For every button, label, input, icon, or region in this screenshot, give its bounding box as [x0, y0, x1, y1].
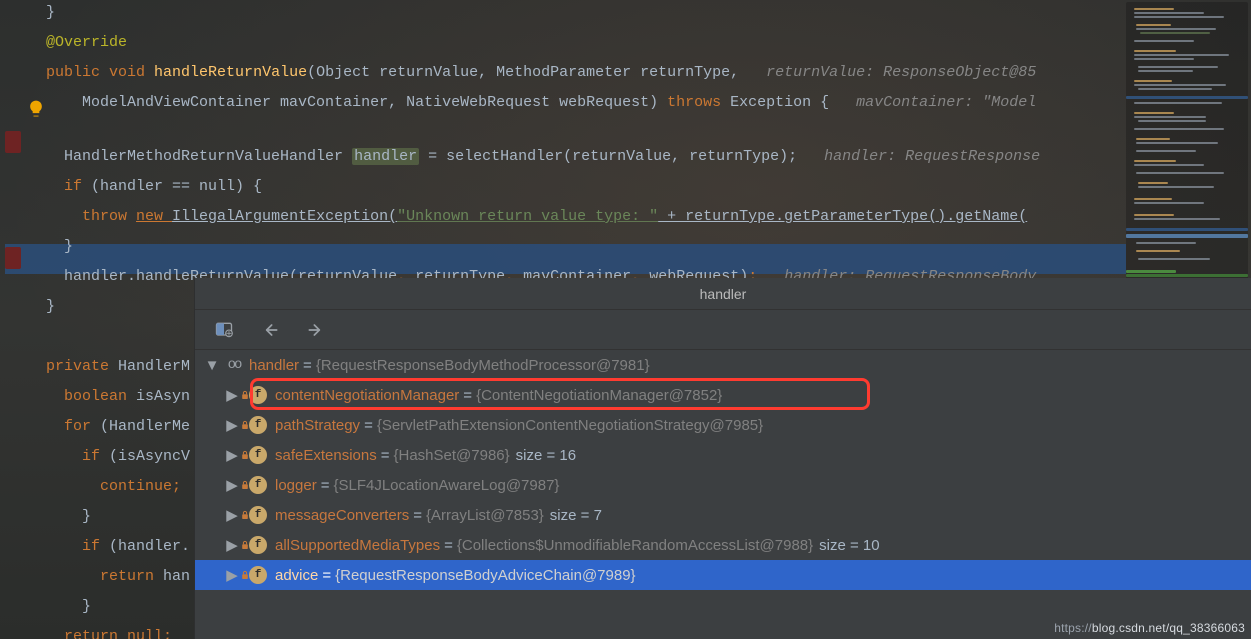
variable-row-root[interactable]: ▼ oo handler = {RequestResponseBodyMetho… [195, 350, 1251, 380]
field-badge-icon: f [249, 476, 267, 494]
field-badge-icon: f [249, 386, 267, 404]
code-line: } [0, 4, 1251, 34]
debugger-popup-title: handler [195, 278, 1251, 310]
expand-arrow-icon[interactable]: ▶ [223, 506, 241, 524]
forward-arrow-icon[interactable] [305, 319, 327, 341]
expand-arrow-icon[interactable]: ▼ [203, 357, 221, 374]
variable-row[interactable]: ▶fadvice={RequestResponseBodyAdviceChain… [195, 560, 1251, 590]
variable-row[interactable]: ▶fpathStrategy={ServletPathExtensionCont… [195, 410, 1251, 440]
expand-arrow-icon[interactable]: ▶ [223, 416, 241, 434]
code-line: public void handleReturnValue(Object ret… [0, 64, 1251, 94]
variable-tree[interactable]: ▼ oo handler = {RequestResponseBodyMetho… [195, 350, 1251, 639]
code-line: if (handler == null) { [0, 178, 1251, 208]
code-line: HandlerMethodReturnValueHandler handler … [0, 148, 1251, 178]
field-badge-icon: f [249, 536, 267, 554]
variable-row[interactable]: ▶fcontentNegotiationManager={ContentNego… [195, 380, 1251, 410]
variable-row[interactable]: ▶fallSupportedMediaTypes={Collections$Un… [195, 530, 1251, 560]
field-badge-icon: f [249, 416, 267, 434]
field-badge-icon: f [249, 446, 267, 464]
debugger-popup: handler ▼ oo handler = {RequestResponseB… [195, 278, 1251, 639]
watermark: https://blog.csdn.net/qq_38366063 [1054, 621, 1245, 635]
object-badge-icon: oo [225, 356, 243, 374]
layout-settings-icon[interactable] [213, 319, 235, 341]
debugger-toolbar [195, 310, 1251, 350]
back-arrow-icon[interactable] [259, 319, 281, 341]
selected-identifier: handler [352, 148, 419, 165]
field-badge-icon: f [249, 506, 267, 524]
field-badge-icon: f [249, 566, 267, 584]
variable-row[interactable]: ▶fmessageConverters={ArrayList@7853} siz… [195, 500, 1251, 530]
expand-arrow-icon[interactable]: ▶ [223, 566, 241, 584]
code-line: @Override [0, 34, 1251, 64]
expand-arrow-icon[interactable]: ▶ [223, 536, 241, 554]
expand-arrow-icon[interactable]: ▶ [223, 386, 241, 404]
code-line [0, 124, 1251, 148]
code-line: throw new IllegalArgumentException("Unkn… [0, 208, 1251, 238]
expand-arrow-icon[interactable]: ▶ [223, 476, 241, 494]
expand-arrow-icon[interactable]: ▶ [223, 446, 241, 464]
code-line: } [0, 238, 1251, 268]
variable-row[interactable]: ▶flogger={SLF4JLocationAwareLog@7987} [195, 470, 1251, 500]
variable-row[interactable]: ▶fsafeExtensions={HashSet@7986} size = 1… [195, 440, 1251, 470]
code-line: ModelAndViewContainer mavContainer, Nati… [0, 94, 1251, 124]
